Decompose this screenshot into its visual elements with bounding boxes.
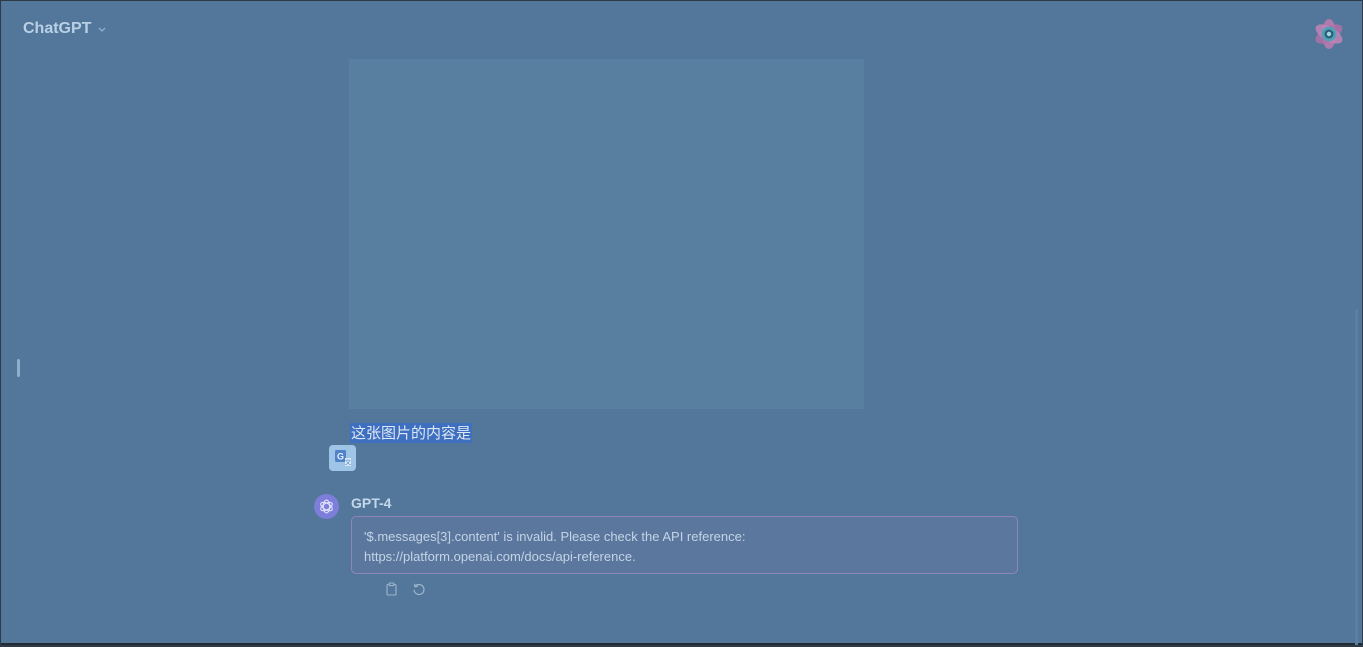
svg-text:文: 文 <box>344 459 350 467</box>
openai-logo-icon <box>314 494 339 519</box>
uploaded-image <box>349 59 864 409</box>
chat-window: ChatGPT 这张图片的内容是 G 文 GPT-4 '$.messages[3… <box>1 1 1362 645</box>
clipboard-icon[interactable] <box>384 582 398 596</box>
translate-icon[interactable]: G 文 <box>329 445 356 471</box>
error-message: '$.messages[3].content' is invalid. Plea… <box>351 516 1018 574</box>
top-bar: ChatGPT <box>1 1 1362 59</box>
regenerate-icon[interactable] <box>412 582 426 596</box>
model-label: ChatGPT <box>23 20 92 37</box>
model-selector[interactable]: ChatGPT <box>23 20 107 38</box>
error-line-1: '$.messages[3].content' is invalid. Plea… <box>364 529 746 544</box>
sidebar-resize-handle[interactable] <box>17 359 20 377</box>
chevron-down-icon <box>97 24 107 34</box>
user-message-text: 这张图片的内容是 <box>350 423 473 443</box>
error-line-2: https://platform.openai.com/docs/api-ref… <box>364 549 636 564</box>
scrollbar[interactable] <box>1355 309 1358 645</box>
message-actions <box>384 582 426 596</box>
assistant-name: GPT-4 <box>351 495 392 511</box>
svg-text:G: G <box>336 452 343 462</box>
flower-avatar-icon[interactable] <box>1310 15 1348 53</box>
